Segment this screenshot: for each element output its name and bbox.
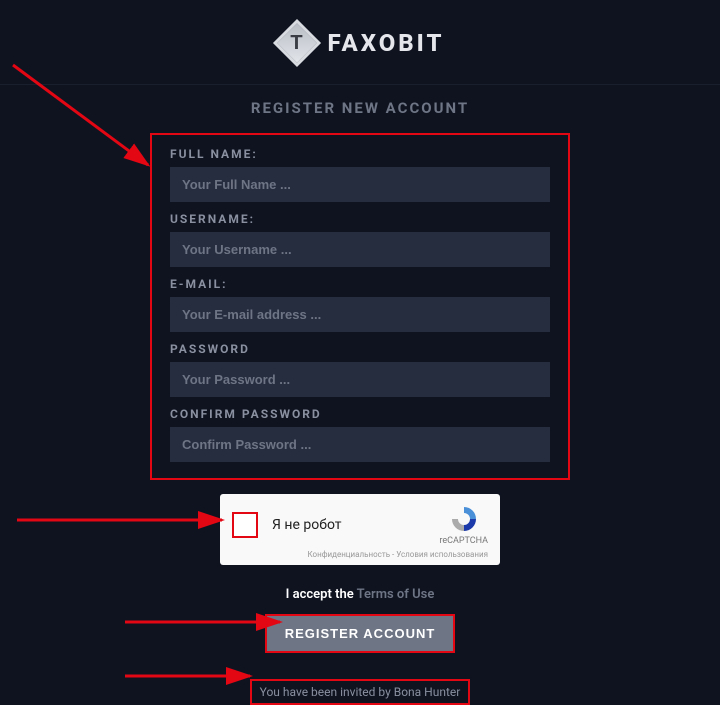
recaptcha-logo-icon — [449, 504, 479, 534]
accept-prefix: I accept the — [286, 587, 357, 602]
username-label: USERNAME: — [170, 212, 550, 226]
terms-of-use-link[interactable]: Terms of Use — [357, 587, 435, 602]
password-input[interactable] — [170, 362, 550, 397]
annotation-arrow-icon — [12, 510, 232, 530]
brand-header: T FAXOBIT — [0, 0, 720, 64]
brand-logo-icon: T — [276, 22, 318, 64]
page-title: REGISTER NEW ACCOUNT — [0, 99, 720, 117]
accept-terms-row: I accept the Terms of Use — [0, 587, 720, 602]
recaptcha-footer: Конфиденциальность - Условия использован… — [232, 550, 488, 559]
email-input[interactable] — [170, 297, 550, 332]
fullname-input[interactable] — [170, 167, 550, 202]
register-account-button[interactable]: REGISTER ACCOUNT — [265, 614, 456, 653]
annotation-arrow-icon — [8, 60, 168, 180]
password-label: PASSWORD — [170, 342, 550, 356]
register-form: FULL NAME: USERNAME: E-MAIL: PASSWORD CO… — [150, 133, 570, 480]
annotation-arrow-icon — [120, 666, 260, 686]
fullname-label: FULL NAME: — [170, 147, 550, 161]
email-label: E-MAIL: — [170, 277, 550, 291]
recaptcha-label: Я не робот — [272, 517, 342, 533]
confirm-password-label: CONFIRM PASSWORD — [170, 407, 550, 421]
recaptcha-checkbox[interactable] — [232, 512, 258, 538]
invited-by-text: You have been invited by Bona Hunter — [250, 679, 471, 705]
username-input[interactable] — [170, 232, 550, 267]
recaptcha-brand: reCAPTCHA — [439, 536, 488, 546]
divider — [0, 84, 720, 85]
confirm-password-input[interactable] — [170, 427, 550, 462]
brand-name: FAXOBIT — [328, 29, 445, 57]
recaptcha-widget: Я не робот reCAPTCHA Конфиденциальность … — [220, 494, 500, 565]
